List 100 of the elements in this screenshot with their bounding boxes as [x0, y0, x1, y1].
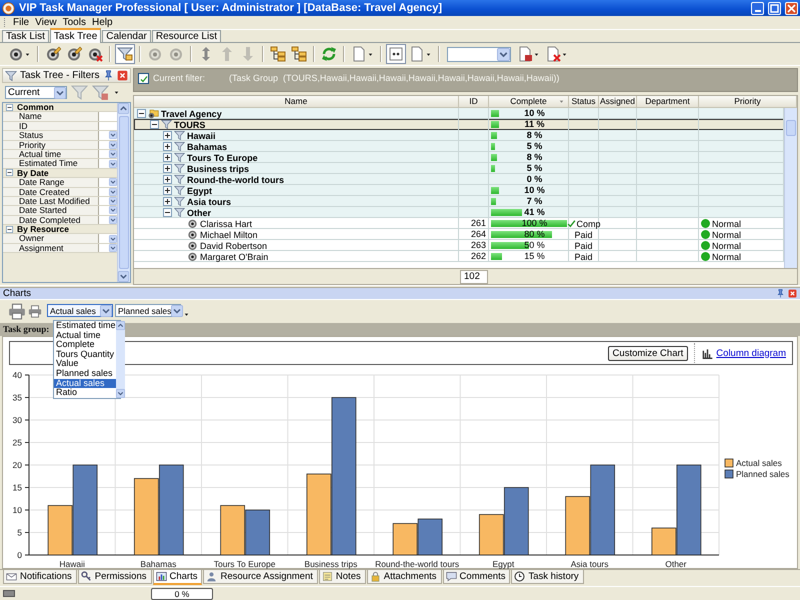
collapse-icon[interactable] — [163, 208, 172, 217]
tree-row[interactable]: Tours To Europe 8 % — [134, 152, 784, 163]
close-icon — [117, 70, 128, 81]
column-header[interactable]: ID — [459, 96, 489, 107]
filter-value-field[interactable] — [99, 112, 117, 121]
filter-value-field[interactable] — [99, 159, 117, 168]
detail-tab[interactable]: Charts — [152, 570, 202, 585]
priority-text: Normal — [712, 252, 742, 262]
tree-row[interactable]: Margaret O'Brain 262 15 % Paid Normal — [134, 251, 784, 262]
dropdown-option[interactable]: Actual time — [54, 330, 116, 340]
chart-series-select[interactable]: Actual sales — [47, 304, 113, 317]
dropdown-icon — [100, 304, 112, 316]
dropdown-option[interactable]: Complete — [54, 340, 116, 350]
menu-item[interactable]: View — [35, 17, 57, 28]
task-id: 261 — [470, 218, 486, 228]
progress-text: 0 % — [174, 588, 190, 598]
close-button[interactable] — [785, 2, 798, 14]
detail-tab[interactable]: Attachments — [366, 570, 442, 584]
tree-row[interactable]: Business trips 5 % — [134, 163, 784, 174]
tree-view-icon — [291, 46, 307, 62]
collapse-icon[interactable] — [6, 169, 13, 176]
collapse-icon[interactable] — [6, 104, 13, 111]
percent-text: 41 % — [523, 207, 546, 217]
expand-icon[interactable] — [163, 164, 172, 173]
filter-checkbox[interactable] — [138, 73, 149, 84]
menu-item[interactable]: File — [13, 17, 30, 28]
detail-tab[interactable]: Permissions — [78, 570, 152, 584]
column-header[interactable]: Name — [134, 96, 459, 107]
expand-icon[interactable] — [163, 186, 172, 195]
scrollbar[interactable] — [116, 321, 125, 398]
filter-label: Owner — [3, 234, 99, 243]
tree-row[interactable]: Round-the-world tours 0 % — [134, 174, 784, 185]
key-icon — [80, 571, 92, 582]
tree-row[interactable]: Hawaii 8 % — [134, 130, 784, 141]
dropdown-option[interactable]: Estimated time — [54, 321, 116, 331]
view-tab[interactable]: Task List — [2, 30, 49, 42]
maximize-button[interactable] — [768, 2, 781, 14]
collapse-icon[interactable] — [150, 120, 159, 129]
tree-row[interactable]: Asia tours 7 % — [134, 196, 784, 207]
toolbar-button[interactable] — [268, 44, 288, 64]
collapse-icon[interactable] — [6, 226, 13, 233]
comment-icon — [446, 571, 457, 582]
filter-value-field[interactable] — [99, 234, 117, 243]
column-header[interactable]: Priority — [699, 96, 797, 107]
expand-icon[interactable] — [163, 142, 172, 151]
filter-value-field[interactable] — [99, 131, 117, 140]
group-label: By Date — [17, 168, 49, 178]
scrollbar[interactable] — [117, 103, 130, 282]
column-diagram-link[interactable]: Column diagram — [716, 348, 786, 358]
tree-row[interactable]: Egypt 10 % — [134, 185, 784, 196]
detail-tab[interactable]: Notes — [318, 570, 366, 584]
expand-icon[interactable] — [163, 197, 172, 206]
detail-tab[interactable]: Task history — [511, 570, 584, 584]
dropdown-option[interactable]: Value — [54, 359, 116, 369]
tree-row[interactable]: Bahamas 5 % — [134, 141, 784, 152]
menu-item[interactable]: Tools — [62, 17, 86, 28]
dropdown-option[interactable]: Tours Quantity — [54, 350, 116, 360]
preset-select[interactable]: Current — [5, 86, 67, 99]
caret-icon — [561, 50, 568, 58]
printer-icon — [28, 304, 42, 318]
customize-chart-button[interactable]: Customize Chart — [608, 346, 688, 360]
expand-icon[interactable] — [163, 131, 172, 140]
dropdown-option[interactable]: Actual sales — [54, 378, 116, 388]
expand-icon[interactable] — [163, 153, 172, 162]
folder-gear-icon — [148, 108, 159, 119]
toolbar-combo[interactable] — [447, 46, 511, 62]
id-total: 102 — [460, 270, 488, 284]
gear-icon — [187, 251, 198, 262]
column-header[interactable]: Department — [637, 96, 699, 107]
tree-row[interactable]: Clarissa Hart 261 100 % Comp Normal — [134, 218, 784, 229]
column-header[interactable]: Assigned — [599, 96, 637, 107]
tree-row[interactable]: Michael Milton 264 80 % Paid Normal — [134, 229, 784, 240]
view-tab[interactable]: Task Tree — [50, 28, 102, 43]
caret-icon — [24, 50, 31, 58]
columns-icon — [388, 46, 404, 62]
axis-label: 30 — [12, 415, 22, 425]
toolbar-button[interactable] — [289, 44, 309, 64]
menu-item[interactable]: Help — [92, 17, 113, 28]
axis-label: 35 — [12, 392, 22, 402]
detail-tab[interactable]: Resource Assignment — [203, 570, 318, 584]
dropdown-option[interactable]: Planned sales — [54, 368, 116, 379]
column-header[interactable]: Status — [569, 96, 599, 107]
view-tab[interactable]: Resource List — [152, 30, 221, 42]
detail-tab[interactable]: Comments — [442, 570, 510, 584]
collapse-icon[interactable] — [137, 109, 146, 118]
filter-value-field[interactable] — [99, 206, 117, 215]
scrollbar[interactable] — [784, 108, 797, 268]
tree-row[interactable]: TOURS 11 % — [134, 119, 784, 130]
dropdown-option[interactable]: Ratio — [54, 388, 116, 398]
view-tab[interactable]: Calendar — [102, 30, 151, 42]
column-header[interactable]: Complete — [489, 96, 569, 107]
detail-tab[interactable]: Notifications — [3, 570, 77, 584]
tree-row[interactable]: Travel Agency 10 % — [134, 108, 784, 119]
chart-series-select[interactable]: Planned sales — [115, 304, 181, 317]
group-label: By Resource — [17, 224, 69, 234]
axis-label: Other — [665, 559, 686, 569]
expand-icon[interactable] — [163, 175, 172, 184]
minimize-button[interactable] — [751, 2, 764, 14]
filter-value-field[interactable] — [99, 178, 117, 187]
tree-row[interactable]: Other 41 % — [134, 207, 784, 218]
